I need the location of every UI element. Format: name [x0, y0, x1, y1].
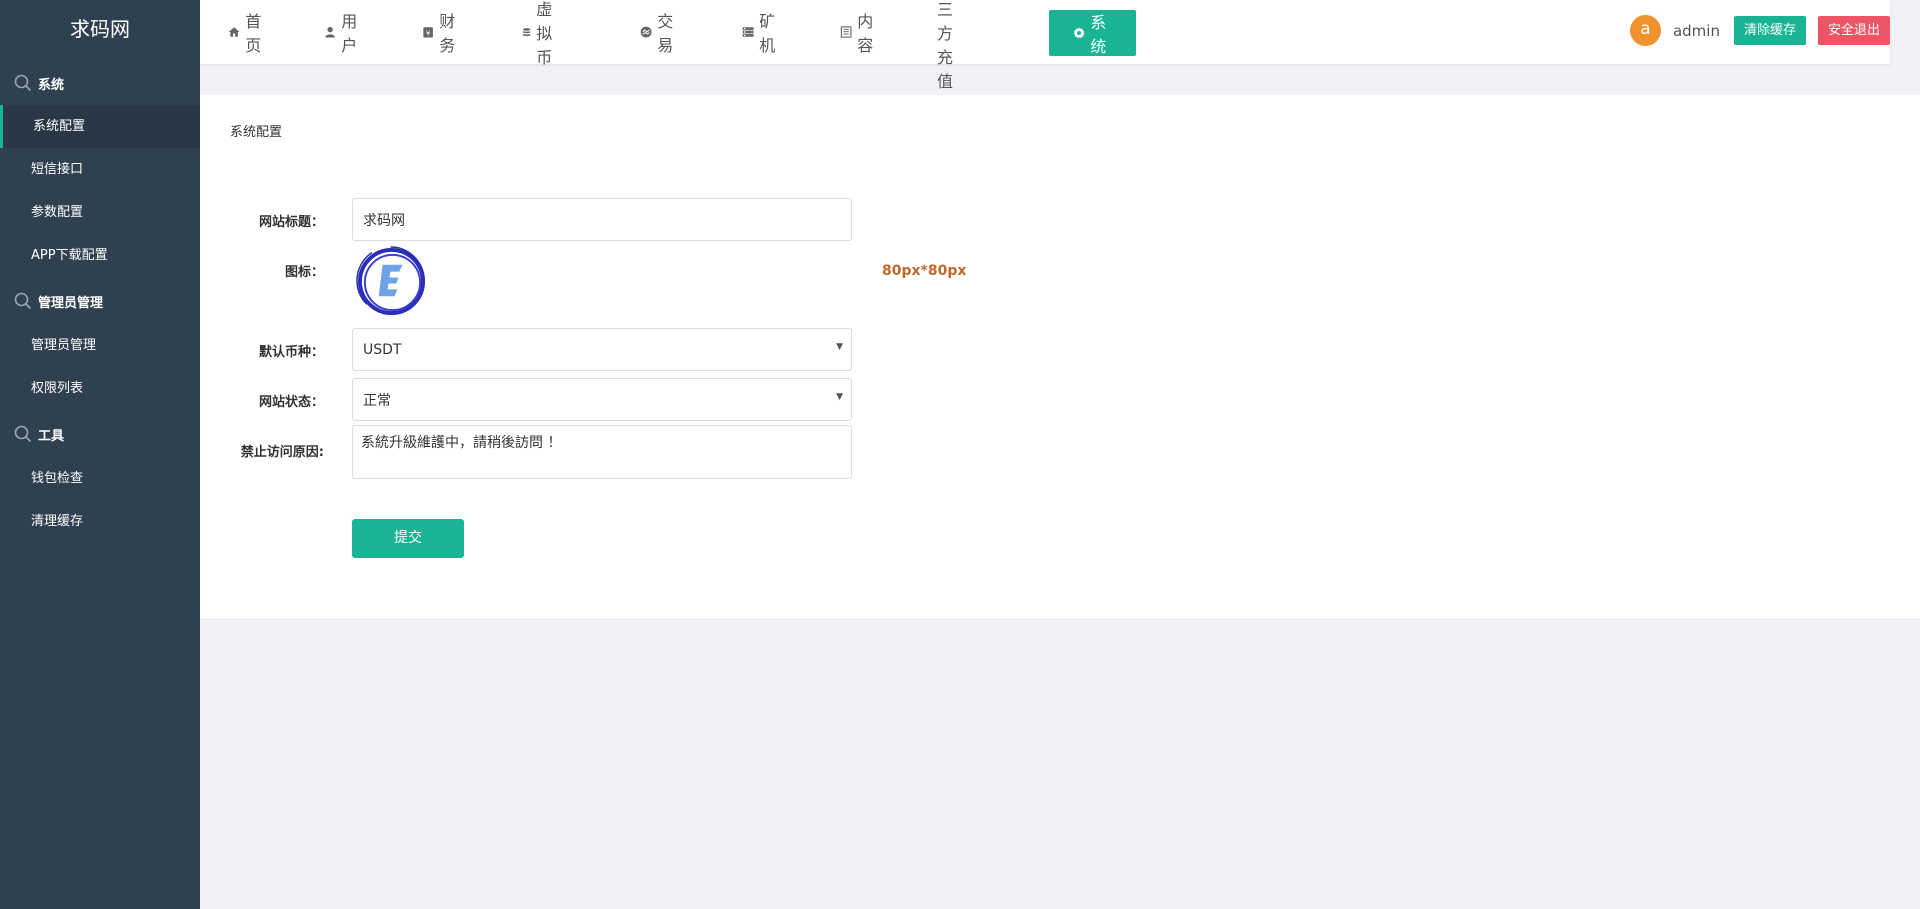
- nav-label: 首页: [245, 12, 262, 55]
- currency-value: USDT: [363, 341, 402, 358]
- sidebar-group-label: 系统: [38, 77, 65, 93]
- top-navbar: 首页 用户 ¥ 财务 虚拟币 交易 矿机 内容 第三方充值: [200, 0, 1890, 91]
- site-title-input[interactable]: 求码网: [352, 198, 852, 241]
- nav-label: 内容: [857, 12, 874, 55]
- chevron-down-icon: ▼: [836, 392, 843, 402]
- nav-label: 用户: [341, 12, 358, 55]
- site-title-value: 求码网: [363, 212, 405, 229]
- nav-home[interactable]: 首页: [228, 0, 267, 64]
- user-icon: [325, 26, 335, 38]
- search-icon: [14, 292, 32, 310]
- sidebar-group-label: 工具: [38, 428, 65, 444]
- finance-icon: ¥: [423, 27, 433, 38]
- icon-label: 图标：: [284, 265, 324, 280]
- exchange-icon: [640, 26, 652, 38]
- server-icon: [742, 27, 754, 37]
- sidebar-item-app-download[interactable]: APP下载配置: [0, 234, 200, 277]
- config-panel: 系统配置 网站标题： 求码网 图标： 80px*80px 默认币种： USDT …: [200, 95, 1920, 618]
- avatar[interactable]: a: [1629, 15, 1661, 46]
- chevron-down-icon: ▼: [836, 342, 843, 352]
- search-icon: [14, 425, 32, 443]
- status-select[interactable]: 正常 ▼: [352, 378, 852, 421]
- database-icon: [523, 28, 531, 37]
- reason-textarea[interactable]: 系統升級維護中，請稍後訪問 ！: [352, 425, 852, 479]
- site-title-label: 网站标题：: [258, 215, 324, 230]
- sidebar-group-admin[interactable]: 管理员管理: [0, 280, 200, 322]
- logout-button[interactable]: 安全退出: [1817, 16, 1890, 45]
- svg-text:¥: ¥: [426, 29, 431, 37]
- nav-content[interactable]: 内容: [840, 0, 879, 64]
- nav-label: 财务: [439, 12, 456, 55]
- status-value: 正常: [363, 392, 391, 409]
- submit-button[interactable]: 提交: [352, 519, 464, 558]
- currency-select[interactable]: USDT ▼: [352, 328, 852, 371]
- nav-system[interactable]: 系统: [1049, 10, 1137, 56]
- sidebar-item-sms-api[interactable]: 短信接口: [0, 148, 200, 191]
- sidebar-group-system[interactable]: 系统: [0, 62, 200, 104]
- user-bar: a admin 清除缓存 安全退出: [1629, 15, 1890, 46]
- app-logo[interactable]: 求码网: [0, 0, 200, 58]
- nav-label: 交易: [657, 12, 674, 55]
- sidebar-item-clear-cache[interactable]: 清理缓存: [0, 500, 200, 543]
- nav-crypto[interactable]: 虚拟币: [522, 0, 561, 67]
- nav-label: 虚拟币: [536, 0, 553, 67]
- status-label: 网站状态：: [258, 395, 324, 410]
- nav-miner[interactable]: 矿机: [742, 0, 781, 64]
- nav-third-party-recharge[interactable]: 第三方充值: [937, 0, 953, 91]
- page-title: 系统配置: [230, 125, 283, 140]
- username[interactable]: admin: [1673, 22, 1720, 40]
- sidebar-item-permissions[interactable]: 权限列表: [0, 367, 200, 410]
- reason-value: 系統升級維護中，請稍後訪問 ！: [361, 435, 562, 451]
- currency-label: 默认币种：: [258, 345, 324, 360]
- sidebar: 求码网 系统 系统配置 短信接口 参数配置 APP下载配置 管理员管理 管理员管…: [0, 0, 200, 909]
- site-logo-image[interactable]: [355, 245, 428, 318]
- nav-trade[interactable]: 交易: [640, 0, 679, 64]
- reason-label: 禁止访问原因:: [240, 445, 324, 460]
- clear-cache-button[interactable]: 清除缓存: [1733, 16, 1806, 45]
- search-icon: [14, 74, 32, 92]
- sidebar-item-admin-manage[interactable]: 管理员管理: [0, 324, 200, 367]
- nav-label: 第三方充值: [937, 0, 954, 91]
- sidebar-group-label: 管理员管理: [38, 295, 104, 311]
- nav-label: 系统: [1090, 13, 1107, 56]
- icon-size-hint: 80px*80px: [882, 263, 967, 279]
- nav-label: 矿机: [759, 12, 776, 55]
- nav-users[interactable]: 用户: [324, 0, 363, 64]
- gear-icon: [1073, 27, 1085, 39]
- sidebar-item-system-config[interactable]: 系统配置: [0, 105, 200, 148]
- sidebar-group-tools[interactable]: 工具: [0, 413, 200, 455]
- sidebar-item-wallet-check[interactable]: 钱包检查: [0, 457, 200, 500]
- sidebar-item-params[interactable]: 参数配置: [0, 191, 200, 234]
- document-icon: [840, 26, 852, 38]
- nav-finance[interactable]: ¥ 财务: [422, 0, 461, 64]
- home-icon: [228, 27, 240, 37]
